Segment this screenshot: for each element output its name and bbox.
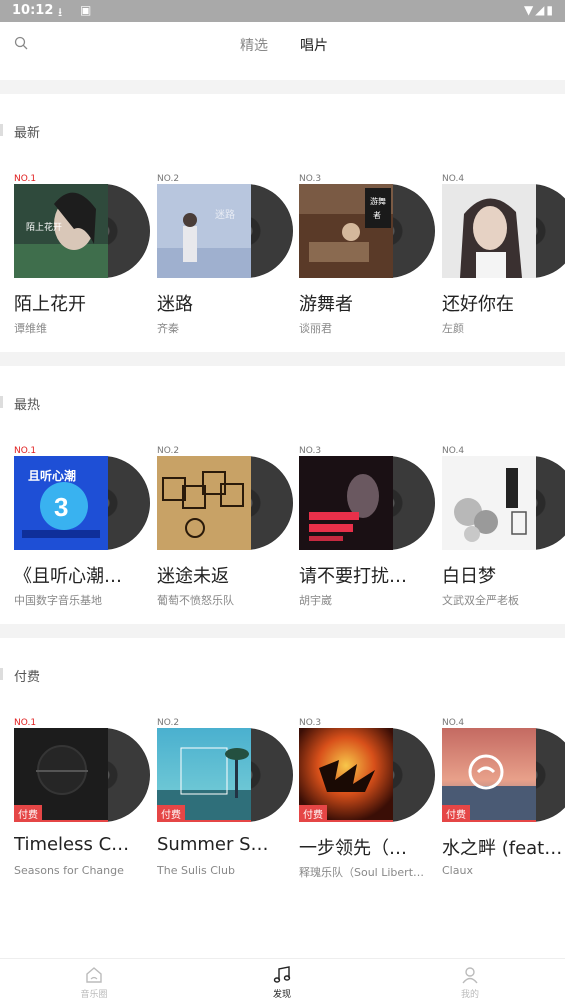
artist-name: Claux [442,864,473,877]
rank-label: NO.1 [14,174,37,184]
album-name: 陌上花开 [14,294,86,315]
divider [0,352,565,366]
notification-icon: ▣ [80,3,92,17]
artist-name: The Sulis Club [157,864,235,877]
album-cover [442,184,536,278]
search-icon[interactable] [14,36,28,50]
svg-text:且听心潮: 且听心潮 [28,468,76,483]
artist-name: 葡萄不愤怒乐队 [157,594,234,607]
album-cover: 付费 [299,728,393,822]
tab-featured[interactable]: 精选 [240,35,268,55]
section-marker [0,668,3,680]
nav-music-circle[interactable]: 音乐圈 [64,965,124,1000]
rank-label: NO.4 [442,174,465,184]
album-name: Timeless Coll… [14,834,136,855]
artist-name: 文武双全严老板 [442,594,519,607]
status-bar: 10:12 ⭳ ▣ ▼◢▮ [0,0,565,22]
music-note-icon [273,966,291,983]
section-title: 付费 [14,670,41,685]
album-cover: 迷路 [157,184,251,278]
rank-label: NO.3 [299,446,322,456]
rank-label: NO.4 [442,718,465,728]
svg-text:陌上花开: 陌上花开 [26,221,62,232]
svg-text:者: 者 [373,211,381,220]
album-name: 游舞者 [299,294,353,315]
nav-label: 我的 [460,990,479,1000]
status-time: 10:12 [12,3,54,18]
artist-name: 齐秦 [157,322,179,335]
section-title: 最新 [14,126,41,141]
user-icon [462,967,478,984]
rank-label: NO.2 [157,446,180,456]
album-cover: 游舞者 [299,184,393,278]
divider [0,624,565,638]
svg-text:游舞: 游舞 [370,196,386,206]
artist-name: 左颜 [442,322,464,335]
album-cover: 付费 [157,728,251,822]
home-icon [86,967,102,983]
nav-label: 发现 [272,990,291,1000]
rank-label: NO.3 [299,174,322,184]
album-name: 水之畔 (feat. … [442,838,564,859]
rank-label: NO.2 [157,718,180,728]
album-name: 迷路 [157,294,193,315]
bottom-nav: 音乐圈 发现 我的 [0,958,565,1004]
artist-name: 释瑰乐队（Soul Liberty） [299,866,429,879]
nav-profile[interactable]: 我的 [440,965,500,1000]
paid-badge: 付费 [299,805,327,822]
artist-name: 谭维维 [14,322,47,335]
album-cover [299,456,393,550]
album-name: 《且听心潮》… [14,566,136,587]
download-icon: ⭳ [58,5,63,19]
rank-label: NO.1 [14,446,37,456]
album-cover: 3 且听心潮 [14,456,108,550]
nav-label: 音乐圈 [80,990,108,1000]
album-name: 一步领先（O… [299,838,421,859]
rank-label: NO.1 [14,718,37,728]
album-name: 迷途未返 [157,566,229,587]
paid-badge: 付费 [157,805,185,822]
album-name: 白日梦 [442,566,496,587]
paid-badge: 付费 [442,805,470,822]
artist-name: Seasons for Change [14,864,124,877]
svg-text:3: 3 [54,492,68,522]
artist-name: 胡宇崴 [299,594,332,607]
album-name: 还好你在 [442,294,514,315]
album-cover: 付费 [14,728,108,822]
album-cover: 陌上花开 [14,184,108,278]
nav-discover[interactable]: 发现 [252,965,312,1000]
album-name: 请不要打扰我… [299,566,421,587]
album-cover [442,456,536,550]
rank-label: NO.4 [442,446,465,456]
system-icons: ▼◢▮ [523,3,555,17]
artist-name: 谈丽君 [299,322,332,335]
album-cover [157,456,251,550]
artist-name: 中国数字音乐基地 [14,594,102,607]
album-cover: 付费 [442,728,536,822]
rank-label: NO.3 [299,718,322,728]
rank-label: NO.2 [157,174,180,184]
album-name: Summer Sonic [157,834,279,855]
divider [0,80,565,94]
section-title: 最热 [14,398,41,413]
svg-text:迷路: 迷路 [215,208,235,221]
tab-albums[interactable]: 唱片 [300,35,328,55]
top-bar: 精选 唱片 [0,22,565,68]
paid-badge: 付费 [14,805,42,822]
section-marker [0,396,3,408]
section-marker [0,124,3,136]
